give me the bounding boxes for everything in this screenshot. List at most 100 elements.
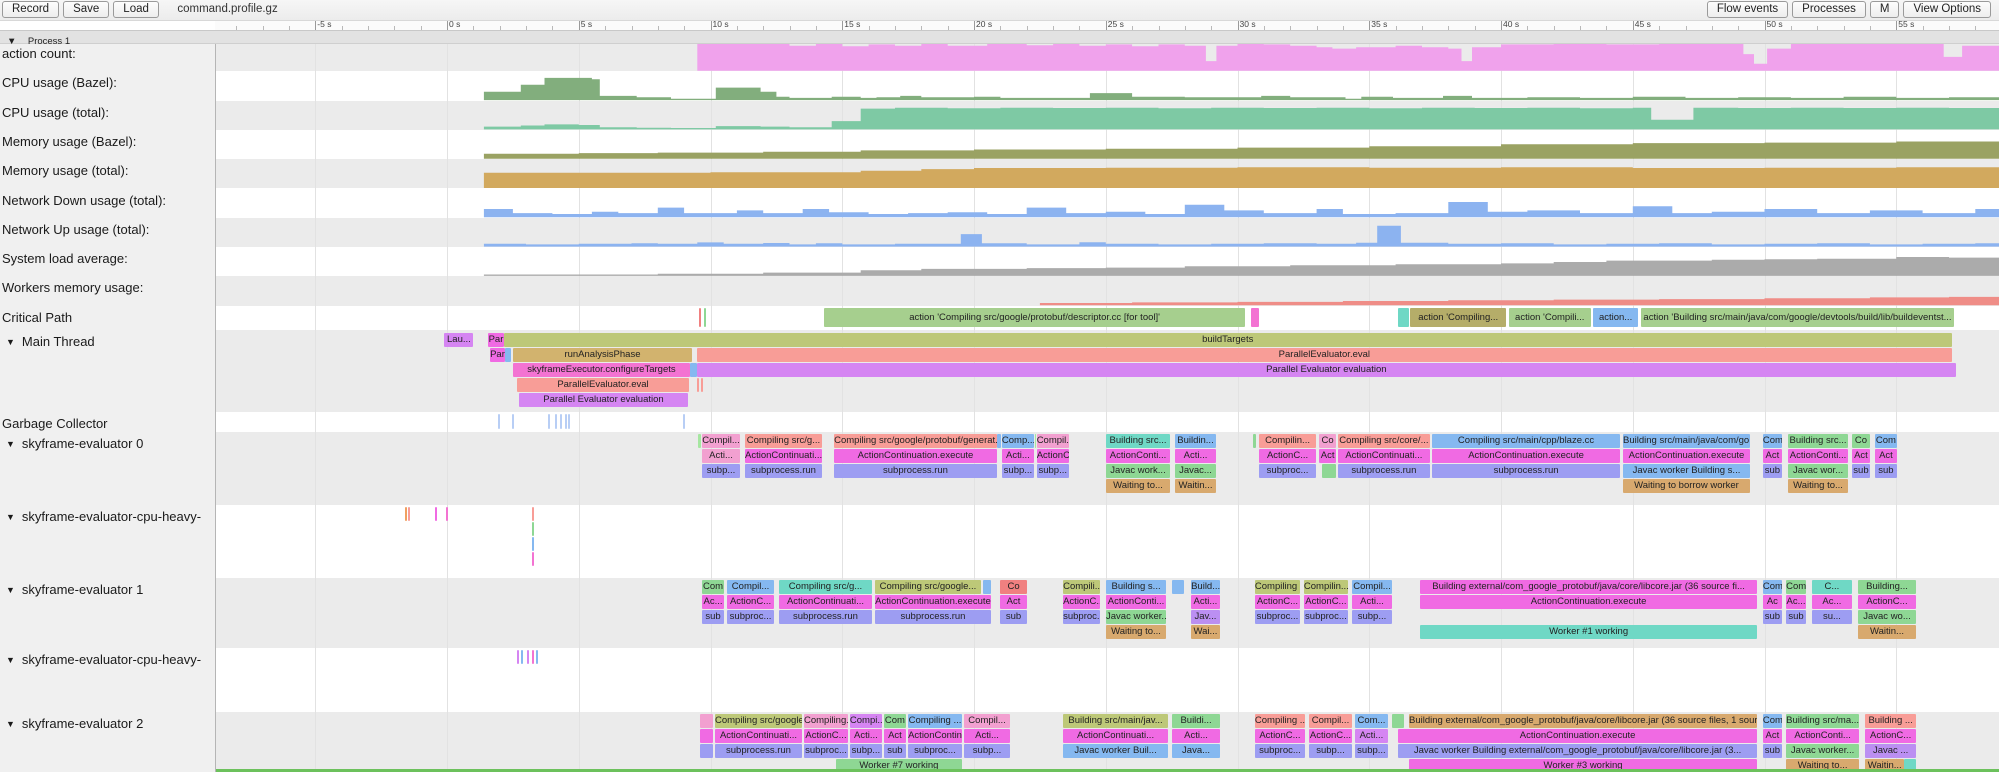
trace-span[interactable]: Building src/main/jav... <box>1063 714 1168 728</box>
trace-span-sliver[interactable] <box>560 414 562 429</box>
trace-span[interactable]: ActionC... <box>1037 449 1069 463</box>
trace-span[interactable]: Javac... <box>1175 464 1216 478</box>
trace-span[interactable]: sub <box>1763 464 1782 478</box>
trace-span[interactable]: Compil... <box>1037 434 1069 448</box>
trace-span-sliver[interactable] <box>683 414 685 429</box>
trace-span[interactable]: ActionConti... <box>1106 449 1170 463</box>
track-label-skyframe-evaluator-1[interactable]: ▼skyframe-evaluator 1 <box>6 582 143 597</box>
trace-span[interactable]: Ac... <box>702 595 724 609</box>
trace-span[interactable]: Acti... <box>1175 449 1216 463</box>
toolbar-button-m[interactable]: M <box>1870 1 1900 18</box>
trace-span[interactable]: Parallel Evaluator evaluation <box>697 363 1956 377</box>
toolbar-button-save[interactable]: Save <box>63 1 109 18</box>
trace-span[interactable]: Parallel Evaluator evaluation <box>519 393 688 407</box>
trace-span[interactable]: Co <box>1319 434 1336 448</box>
trace-span[interactable]: ActionC... <box>1255 729 1305 743</box>
track-label-skyframe-evaluator-cpu-heavy-[interactable]: ▼skyframe-evaluator-cpu-heavy- <box>6 652 201 667</box>
trace-span[interactable]: subp... <box>1002 464 1034 478</box>
trace-span[interactable]: ActionContinuati... <box>715 729 802 743</box>
trace-span[interactable]: Par <box>488 333 504 347</box>
trace-span[interactable]: Compil... <box>1309 714 1352 728</box>
trace-span[interactable]: Compil... <box>702 434 740 448</box>
trace-span[interactable]: Acti... <box>964 729 1010 743</box>
trace-span[interactable]: Buildin... <box>1175 434 1216 448</box>
trace-span-sliver[interactable] <box>701 378 703 392</box>
trace-span[interactable]: Building... <box>1858 580 1916 594</box>
trace-span[interactable]: ActionConti... <box>1106 595 1166 609</box>
process-collapse-arrow[interactable]: ▼ <box>7 36 16 48</box>
trace-span[interactable]: subp... <box>964 744 1010 758</box>
trace-span[interactable]: Waiting to... <box>1106 479 1170 493</box>
trace-span[interactable] <box>700 714 713 728</box>
trace-span[interactable]: ActionC... <box>1304 595 1348 609</box>
toolbar-button-record[interactable]: Record <box>2 1 59 18</box>
trace-span[interactable]: ActionC... <box>1063 595 1100 609</box>
trace-span[interactable]: subp... <box>1309 744 1352 758</box>
trace-span[interactable]: Building src/ma... <box>1786 714 1859 728</box>
trace-span[interactable]: Par <box>490 348 505 362</box>
trace-span[interactable]: ActionContinuation.execute <box>1420 595 1757 609</box>
metric-chart-cpu-usage-bazel-[interactable] <box>484 78 1999 100</box>
trace-span[interactable]: sub <box>1786 610 1806 624</box>
trace-span[interactable]: Javac worker... <box>1106 610 1166 624</box>
trace-span[interactable]: ActionC... <box>1865 729 1916 743</box>
trace-span[interactable]: sub <box>884 744 906 758</box>
trace-span[interactable]: Co <box>1852 434 1870 448</box>
trace-span[interactable] <box>700 729 713 743</box>
trace-span-sliver[interactable] <box>1253 434 1256 448</box>
trace-span[interactable]: Acti... <box>1352 595 1392 609</box>
collapse-arrow-icon[interactable]: ▼ <box>6 512 15 522</box>
trace-span[interactable]: Acti... <box>1355 729 1388 743</box>
trace-span[interactable]: Lau... <box>444 333 473 347</box>
trace-span[interactable]: Compiling... <box>804 714 848 728</box>
trace-span[interactable]: subprocess.run <box>779 610 872 624</box>
trace-span-sliver[interactable] <box>548 414 550 429</box>
trace-span[interactable]: ParallelEvaluator.eval <box>517 378 689 392</box>
trace-span[interactable]: subp... <box>702 464 740 478</box>
trace-span[interactable]: subprocess.run <box>875 610 991 624</box>
trace-span[interactable]: subproc... <box>727 610 774 624</box>
trace-span-sliver[interactable] <box>527 650 529 664</box>
trace-span[interactable]: sub <box>1852 464 1870 478</box>
trace-span[interactable]: ActionContinuation.execute <box>875 595 991 609</box>
trace-span[interactable]: sub <box>1875 464 1897 478</box>
trace-span[interactable]: buildTargets <box>504 333 1952 347</box>
track-label-skyframe-evaluator-cpu-heavy-[interactable]: ▼skyframe-evaluator-cpu-heavy- <box>6 509 201 524</box>
trace-span[interactable]: Javac ... <box>1865 744 1916 758</box>
trace-span[interactable]: subprocess.run <box>745 464 822 478</box>
process-header[interactable]: ▼ Process 1 <box>0 30 1999 44</box>
trace-span[interactable]: Building external/com_google_protobuf/ja… <box>1420 580 1757 594</box>
track-label-skyframe-evaluator-0[interactable]: ▼skyframe-evaluator 0 <box>6 436 143 451</box>
collapse-arrow-icon[interactable]: ▼ <box>6 655 15 665</box>
trace-span[interactable]: subprocess.run <box>834 464 997 478</box>
trace-span[interactable]: subproc... <box>908 744 962 758</box>
trace-span[interactable]: su... <box>1812 610 1852 624</box>
trace-span[interactable]: Compi... <box>850 714 882 728</box>
trace-span[interactable]: Com... <box>1355 714 1388 728</box>
trace-span[interactable]: Javac wor... <box>1788 464 1848 478</box>
trace-span[interactable]: subproc... <box>1255 744 1305 758</box>
trace-span-sliver[interactable] <box>498 414 500 429</box>
trace-span[interactable]: subp... <box>850 744 882 758</box>
trace-span[interactable]: Javac worker... <box>1786 744 1859 758</box>
trace-span-sliver[interactable] <box>565 414 567 429</box>
trace-span-sliver[interactable] <box>521 650 523 664</box>
trace-span[interactable]: Waiting to... <box>1788 479 1848 493</box>
trace-span-sliver[interactable] <box>1398 308 1409 327</box>
trace-span[interactable]: Building src... <box>1106 434 1170 448</box>
trace-span[interactable]: Waiting to... <box>1106 625 1166 639</box>
trace-span[interactable]: Building external/com_google_protobuf/ja… <box>1409 714 1757 728</box>
trace-span[interactable]: Wai... <box>1191 625 1220 639</box>
metric-charts[interactable] <box>0 0 1999 772</box>
trace-span[interactable]: Compiling ... <box>1255 580 1300 594</box>
trace-span[interactable]: Acti... <box>850 729 882 743</box>
trace-span[interactable]: Act <box>1852 449 1870 463</box>
trace-span[interactable]: ActionContinuation.execute <box>834 449 997 463</box>
collapse-arrow-icon[interactable]: ▼ <box>6 585 15 595</box>
trace-span[interactable]: subproc... <box>1259 464 1316 478</box>
toolbar-button-view-options[interactable]: View Options <box>1903 1 1991 18</box>
trace-span[interactable]: Building src/main/java/com/go... <box>1623 434 1750 448</box>
trace-span[interactable]: ActionContinuation.execute <box>1398 729 1757 743</box>
collapse-arrow-icon[interactable]: ▼ <box>6 439 15 449</box>
trace-span[interactable]: Javac worker Buil... <box>1063 744 1168 758</box>
